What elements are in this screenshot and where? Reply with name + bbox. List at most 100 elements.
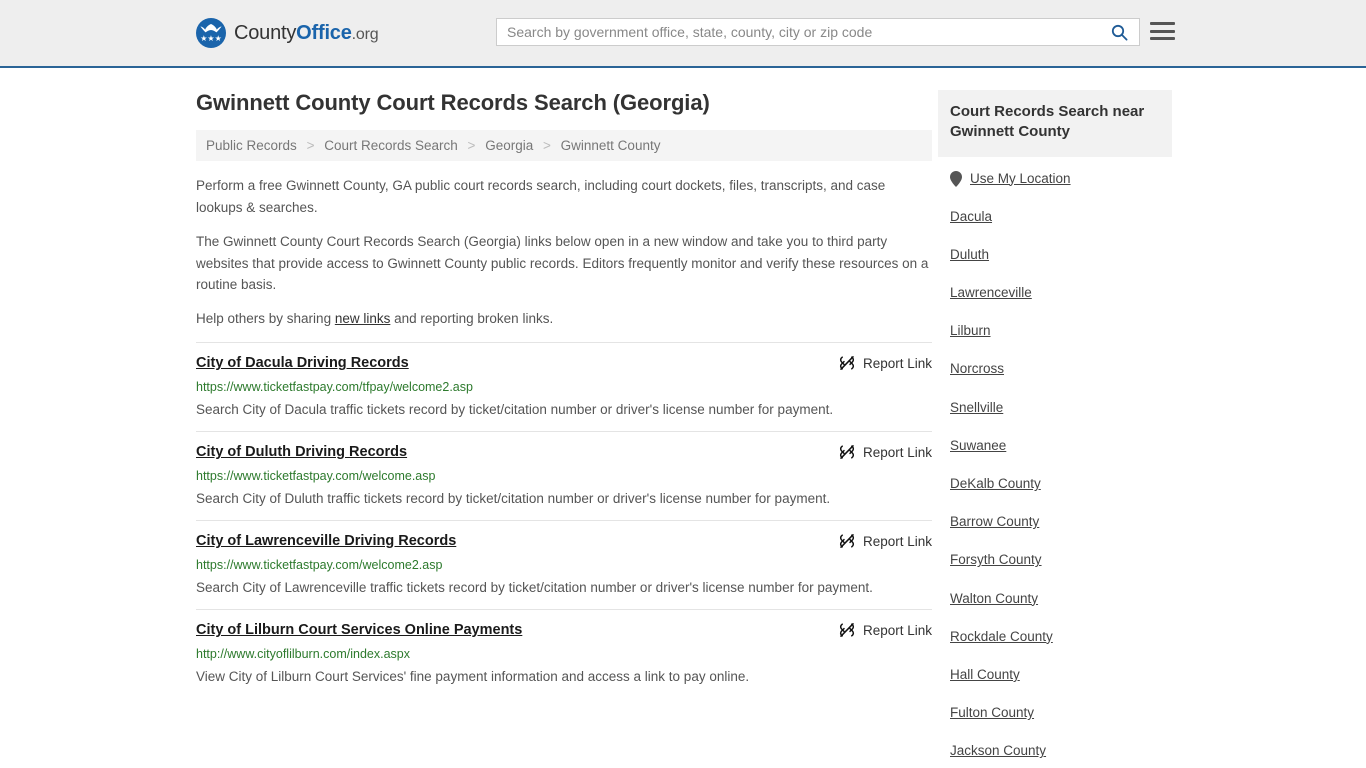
breadcrumb-item-court-records-search[interactable]: Court Records Search [324,138,458,153]
broken-link-icon [839,356,855,371]
sidebar-links-list: Use My Location Dacula Duluth Lawrencevi… [938,171,1172,760]
sidebar-link[interactable]: Dacula [950,209,992,225]
result-item: City of Lawrenceville Driving Records Re… [196,520,932,609]
sidebar: Court Records Search near Gwinnett Count… [938,68,1172,768]
search-icon [1111,24,1128,41]
breadcrumb-separator: > [543,138,551,153]
report-link-button[interactable]: Report Link [839,621,932,638]
result-item: City of Dacula Driving Records Report Li… [196,342,932,431]
report-link-button[interactable]: Report Link [839,443,932,460]
report-link-button[interactable]: Report Link [839,354,932,371]
intro-section: Perform a free Gwinnett County, GA publi… [196,175,932,330]
sidebar-item-walton-county[interactable]: Walton County [950,591,1172,607]
hamburger-bar-2 [1150,29,1175,33]
sidebar-link[interactable]: Snellville [950,400,1003,416]
sidebar-link[interactable]: Lilburn [950,323,991,339]
result-description: Search City of Duluth traffic tickets re… [196,491,831,507]
sidebar-item-rockdale-county[interactable]: Rockdale County [950,629,1172,645]
sidebar-link[interactable]: Barrow County [950,514,1039,530]
sidebar-item-fulton-county[interactable]: Fulton County [950,705,1172,721]
sidebar-item-use-my-location[interactable]: Use My Location [950,171,1172,187]
sidebar-item-lilburn[interactable]: Lilburn [950,323,1172,339]
new-links-link[interactable]: new links [335,311,391,326]
brand-text-org: .org [351,25,379,43]
breadcrumb-item-georgia[interactable]: Georgia [485,138,533,153]
result-header: City of Dacula Driving Records Report Li… [196,354,932,373]
broken-link-icon [839,445,855,460]
page-container: Gwinnett County Court Records Search (Ge… [0,68,1366,768]
sidebar-item-dacula[interactable]: Dacula [950,209,1172,225]
result-url[interactable]: https://www.ticketfastpay.com/welcome2.a… [196,557,932,573]
breadcrumb-separator: > [467,138,476,153]
result-item: City of Duluth Driving Records Report Li… [196,431,932,520]
sidebar-link[interactable]: Suwanee [950,438,1006,454]
sidebar-item-norcross[interactable]: Norcross [950,361,1172,377]
sidebar-link[interactable]: DeKalb County [950,476,1041,492]
result-header: City of Lawrenceville Driving Records Re… [196,532,932,551]
result-url[interactable]: https://www.ticketfastpay.com/tfpay/welc… [196,379,932,395]
sidebar-link[interactable]: Lawrenceville [950,285,1032,301]
result-description: Search City of Lawrenceville traffic tic… [196,580,873,596]
sidebar-item-lawrenceville[interactable]: Lawrenceville [950,285,1172,301]
sidebar-item-barrow-county[interactable]: Barrow County [950,514,1172,530]
sidebar-item-duluth[interactable]: Duluth [950,247,1172,263]
page-title: Gwinnett County Court Records Search (Ge… [196,90,710,115]
intro-paragraph-1: Perform a free Gwinnett County, GA publi… [196,178,886,215]
hamburger-bar-1 [1150,22,1175,25]
sidebar-link[interactable]: Fulton County [950,705,1034,721]
sidebar-link[interactable]: Hall County [950,667,1020,683]
brand-text-county: County [234,21,297,44]
sidebar-item-jackson-county[interactable]: Jackson County [950,743,1172,759]
result-header: City of Duluth Driving Records Report Li… [196,443,932,462]
main-column: Gwinnett County Court Records Search (Ge… [196,68,932,698]
report-link-label: Report Link [862,533,932,549]
hamburger-menu-button[interactable] [1150,20,1175,42]
sidebar-link[interactable]: Norcross [950,361,1004,377]
search-button[interactable] [1099,19,1139,45]
intro-prefix-text: Help others by sharing [196,311,335,327]
sidebar-item-dekalb-county[interactable]: DeKalb County [950,476,1172,492]
broken-link-icon [839,534,855,549]
report-link-label: Report Link [862,622,932,638]
sidebar-link[interactable]: Duluth [950,247,989,263]
breadcrumb-item-public-records[interactable]: Public Records [206,138,297,153]
result-title-link[interactable]: City of Duluth Driving Records [196,443,407,462]
result-description: View City of Lilburn Court Services' fin… [196,669,750,685]
map-pin-icon [950,170,962,187]
result-title-link[interactable]: City of Lawrenceville Driving Records [196,532,456,551]
result-title-link[interactable]: City of Dacula Driving Records [196,354,409,373]
result-url[interactable]: http://www.cityoflilburn.com/index.aspx [196,646,932,662]
brand-wordmark: CountyOffice.org [234,21,379,45]
results-list: City of Dacula Driving Records Report Li… [196,342,932,698]
sidebar-link[interactable]: Walton County [950,591,1038,607]
sidebar-item-hall-county[interactable]: Hall County [950,667,1172,683]
brand-text-office: Office [296,21,352,44]
use-my-location-link[interactable]: Use My Location [970,171,1071,187]
report-link-label: Report Link [862,444,932,460]
result-url[interactable]: https://www.ticketfastpay.com/welcome.as… [196,468,932,484]
report-link-button[interactable]: Report Link [839,532,932,549]
result-description: Search City of Dacula traffic tickets re… [196,402,834,418]
intro-paragraph-3: Help others by sharing new links and rep… [196,308,932,330]
countyoffice-logo-icon: ★★★ [196,18,226,48]
sidebar-link[interactable]: Rockdale County [950,629,1053,645]
sidebar-item-snellville[interactable]: Snellville [950,400,1172,416]
broken-link-icon [839,623,855,637]
breadcrumb-separator: > [306,138,315,153]
sidebar-item-forsyth-county[interactable]: Forsyth County [950,552,1172,568]
search-input[interactable] [497,19,1099,45]
sidebar-link[interactable]: Forsyth County [950,552,1042,568]
result-header: City of Lilburn Court Services Online Pa… [196,621,932,640]
logo-stars: ★★★ [200,34,222,43]
intro-suffix-text: and reporting broken links. [390,311,554,327]
intro-paragraph-2: The Gwinnett County Court Records Search… [196,233,929,293]
sidebar-link[interactable]: Jackson County [950,743,1046,759]
eagle-wing-icon [200,24,222,33]
result-title-link[interactable]: City of Lilburn Court Services Online Pa… [196,621,522,640]
breadcrumb: Public Records > Court Records Search > … [196,130,932,161]
site-logo[interactable]: ★★★ CountyOffice.org [196,18,379,48]
result-item: City of Lilburn Court Services Online Pa… [196,609,932,698]
site-header: ★★★ CountyOffice.org [0,0,1366,68]
breadcrumb-item-gwinnett-county[interactable]: Gwinnett County [561,138,661,153]
sidebar-item-suwanee[interactable]: Suwanee [950,438,1172,454]
